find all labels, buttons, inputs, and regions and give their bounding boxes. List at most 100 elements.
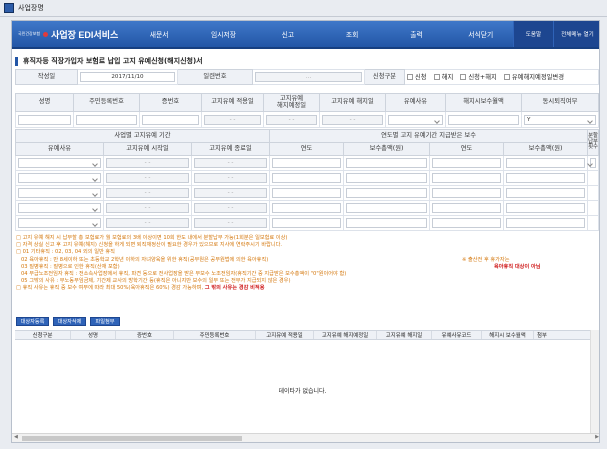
period-reason-select[interactable] [18, 173, 101, 183]
year-input[interactable] [272, 188, 342, 198]
pay-total-input[interactable] [506, 188, 586, 198]
year-input[interactable] [272, 173, 342, 183]
year-input[interactable] [432, 173, 502, 183]
title-bar-icon [15, 56, 18, 66]
menu-temp-save[interactable]: 임시저장 [191, 21, 255, 47]
col-reason: 유예사유 [385, 93, 446, 112]
reason-select[interactable] [388, 114, 443, 125]
grid-col-end-date[interactable]: 고지유예 해지일 [377, 331, 432, 339]
year-input[interactable] [432, 203, 502, 213]
vertical-scrollbar[interactable] [590, 330, 599, 435]
result-grid-header: 신청구분 성명 증번호 주민등록번호 고지유예 적용일 고지유예 해지예정일 고… [15, 330, 590, 340]
year-input[interactable] [272, 218, 342, 228]
top-nav: 국민건강보험 사업장 EDI서비스 새문서 임시저장 신고 조회 출력 서식닫기… [12, 21, 599, 49]
serial-input[interactable]: ... [255, 72, 362, 82]
note-line: 03 질병휴직 : 질병으로 인한 휴직(산재 포함) 육아휴직 대상이 아님 [20, 263, 541, 270]
menu-close-form[interactable]: 서식닫기 [449, 21, 513, 47]
period-reason-select[interactable] [18, 203, 101, 213]
pay-total-input[interactable] [506, 173, 586, 183]
pay-total-input[interactable] [346, 203, 428, 213]
retire-select[interactable]: Y [524, 114, 596, 125]
menu-report[interactable]: 신고 [256, 21, 320, 47]
pay-total-input[interactable] [506, 203, 586, 213]
page-title: 휴직자등 직장가입자 보험료 납입 고지 유예신청(해지신청)서 [15, 56, 203, 66]
year-input[interactable] [432, 158, 502, 168]
name-input[interactable] [18, 114, 71, 125]
help-button[interactable]: 도움말 [512, 21, 553, 47]
type-apply-checkbox[interactable]: 신청 [407, 72, 427, 81]
pay-group-header: 연도별 고지 유예기간 지급받은 보수 [269, 129, 589, 143]
all-menu-button[interactable]: 전체메뉴 열기 [552, 21, 599, 47]
period-reason-select[interactable] [18, 218, 101, 228]
scroll-right-icon[interactable]: ▶ [595, 434, 599, 440]
register-target-button[interactable]: 대상자등록 [16, 317, 49, 326]
period-reason-select[interactable] [18, 188, 101, 198]
grid-col-type[interactable]: 신청구분 [15, 331, 71, 339]
col-end-plan: 고지유예 해지예정일 [263, 93, 320, 112]
menu-search[interactable]: 조회 [320, 21, 384, 47]
grid-col-card-no[interactable]: 증번호 [116, 331, 174, 339]
rrn-input[interactable] [76, 114, 137, 125]
end-date-input[interactable]: - - [322, 114, 383, 125]
notes-block: □ 고지 유예 해지 시 납부할 총 보험료가 월 보험료의 3배 이상이면 1… [16, 235, 598, 293]
col-name: 성명 [15, 93, 74, 112]
grid-col-apply-date[interactable]: 고지유예 적용일 [256, 331, 314, 339]
period-end-input[interactable]: - - [194, 218, 268, 228]
period-start-input[interactable]: - - [106, 158, 189, 168]
pay-total-input[interactable] [506, 218, 586, 228]
scroll-left-icon[interactable]: ◀ [14, 434, 18, 440]
form-header-table: 작성일 2017/11/10 일련번호 ... 신청구분 신청 해지 신청+해지… [15, 69, 599, 85]
period-start-input[interactable]: - - [106, 203, 189, 213]
main-menu: 새문서 임시저장 신고 조회 출력 서식닫기 도움말 전체메뉴 열기 [127, 21, 599, 47]
scroll-thumb[interactable] [22, 436, 242, 441]
pay-total-input[interactable] [346, 218, 428, 228]
type-apply-cancel-checkbox[interactable]: 신청+해지 [460, 72, 497, 81]
year-input[interactable] [272, 203, 342, 213]
pay-total-input[interactable] [346, 173, 428, 183]
grid-col-end-plan[interactable]: 고지유예 해지예정일 [314, 331, 377, 339]
card-no-input[interactable] [142, 114, 199, 125]
app-icon [4, 3, 14, 13]
grid-col-reason-code[interactable]: 유예사유코드 [432, 331, 482, 339]
pay-total-input[interactable] [506, 158, 586, 168]
period-start-input[interactable]: - - [106, 218, 189, 228]
logo[interactable]: 국민건강보험 사업장 EDI서비스 [12, 28, 127, 41]
installment-select[interactable] [590, 158, 597, 168]
grid-col-pay[interactable]: 해지시 보수월액 [482, 331, 534, 339]
period-start-input[interactable]: - - [106, 173, 189, 183]
period-group-header: 사업별 고지유예 기간 [14, 129, 271, 143]
menu-new[interactable]: 새문서 [127, 21, 191, 47]
grid-col-attach[interactable]: 첨부 [534, 331, 550, 339]
menu-print[interactable]: 출력 [384, 21, 448, 47]
delete-target-button[interactable]: 대상자삭제 [53, 317, 86, 326]
col-pay: 해지시보수월액 [445, 93, 522, 112]
write-date-label: 작성일 [15, 69, 78, 85]
period-end-input[interactable]: - - [194, 203, 268, 213]
period-end-input[interactable]: - - [194, 173, 268, 183]
col-period-end: 고지유예 종료일 [190, 142, 271, 156]
empty-message: 데이타가 없습니다. [278, 387, 327, 395]
type-date-change-checkbox[interactable]: 유예해지예정일변경 [503, 72, 564, 81]
year-input[interactable] [272, 158, 342, 168]
person-table: 성명 주민등록번호 증번호 고지유예 적용일 고지유예 해지예정일 고지유예 해… [15, 93, 599, 128]
pay-total-input[interactable] [346, 188, 428, 198]
year-input[interactable] [432, 188, 502, 198]
write-date-input[interactable]: 2017/11/10 [80, 72, 175, 82]
type-cancel-checkbox[interactable]: 해지 [433, 72, 453, 81]
pay-input[interactable] [448, 114, 519, 125]
grid-col-name[interactable]: 성명 [71, 331, 116, 339]
grid-col-rrn[interactable]: 주민등록번호 [174, 331, 256, 339]
year-input[interactable] [432, 218, 502, 228]
col-card-no: 증번호 [139, 93, 202, 112]
pay-total-input[interactable] [346, 158, 428, 168]
period-end-input[interactable]: - - [194, 188, 268, 198]
period-start-input[interactable]: - - [106, 188, 189, 198]
end-plan-input[interactable]: - - [266, 114, 317, 125]
horizontal-scrollbar[interactable]: ◀ ▶ [12, 433, 599, 442]
attach-file-button[interactable]: 파일첨부 [90, 317, 120, 326]
type-label: 신청구분 [364, 69, 405, 85]
period-reason-select[interactable] [18, 158, 101, 168]
note-line: 02 육아휴직 : 만 8세이하 또는 초등학교 2학년 이하의 자녀양육을 위… [20, 256, 510, 263]
period-end-input[interactable]: - - [194, 158, 268, 168]
apply-date-input[interactable]: - - [204, 114, 261, 125]
